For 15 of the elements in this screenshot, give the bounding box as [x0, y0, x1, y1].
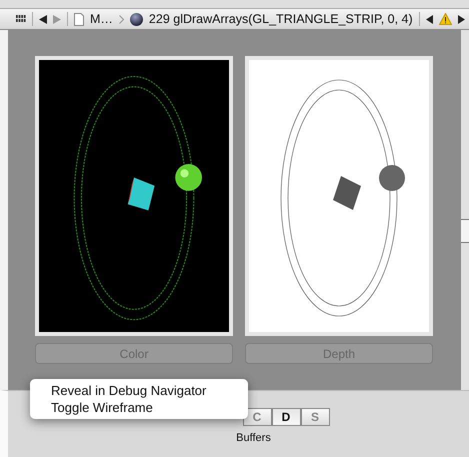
warning-icon[interactable] — [438, 13, 452, 25]
back-arrow-icon[interactable] — [39, 14, 47, 24]
forward-arrow-icon — [53, 14, 61, 24]
sphere-icon — [130, 12, 143, 26]
previous-issue-icon[interactable] — [426, 14, 433, 24]
breadcrumb-call[interactable]: 229 glDrawArrays(GL_TRIANGLE_STRIP, 0, 4) — [148, 12, 413, 26]
file-icon — [74, 12, 84, 26]
grid-icon[interactable] — [16, 15, 26, 23]
buffer-segment[interactable]: D — [272, 408, 300, 426]
scroll-thumb[interactable] — [461, 219, 469, 243]
menu-item[interactable]: Reveal in Debug Navigator — [30, 382, 248, 399]
next-issue-icon[interactable] — [458, 14, 465, 24]
buffers-label: Buffers — [236, 432, 271, 444]
chevron-icon — [118, 14, 124, 24]
breadcrumb-file[interactable]: M… — [90, 12, 113, 26]
